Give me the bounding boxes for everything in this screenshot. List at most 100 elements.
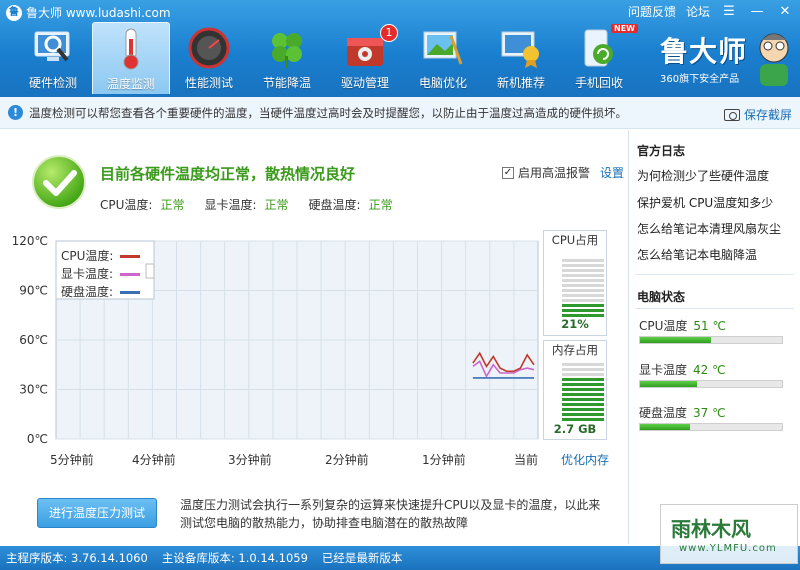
- driver-badge: 1: [380, 24, 398, 42]
- main-tabs: 硬件检测 温度监测 性能测试 节能降温 1 驱动管理 电脑优化 新机推荐 NEW…: [14, 22, 638, 94]
- tab-new-pc[interactable]: 新机推荐: [482, 22, 560, 94]
- tab-label: 电脑优化: [418, 76, 467, 90]
- mascot-icon: [752, 28, 796, 88]
- app-brand: 鲁 鲁大师 www.ludashi.com: [6, 4, 171, 21]
- forum-link[interactable]: 论坛: [686, 3, 710, 20]
- sidebar-divider: [635, 274, 794, 275]
- watermark-title: 雨林木风: [671, 517, 751, 541]
- tab-pc-optimize[interactable]: 电脑优化: [404, 22, 482, 94]
- info-text: 温度检测可以帮您查看各个重要硬件的温度，当硬件温度过高时会及时提醒您，以防止由于…: [29, 105, 627, 120]
- tab-energy-saving[interactable]: 节能降温: [248, 22, 326, 94]
- save-screenshot-button[interactable]: 保存截屏: [723, 106, 792, 123]
- log-link[interactable]: 怎么给笔记本清理风扇灰尘: [637, 220, 781, 237]
- meter-segment: [562, 269, 604, 272]
- meter-segment: [562, 299, 604, 302]
- legend-swatch: [120, 273, 140, 276]
- legend-collapse-icon: [145, 263, 155, 279]
- legend-swatch: [120, 255, 140, 258]
- meter-segment: [562, 403, 604, 406]
- temperature-chart: 120℃ 90℃ 60℃ 30℃ 0℃ CPU温度: 显卡温度: 硬盘温度:: [12, 234, 539, 446]
- memory-usage-meter: [562, 363, 604, 421]
- tab-driver-management[interactable]: 1 驱动管理: [326, 22, 404, 94]
- settings-link[interactable]: 设置: [600, 164, 624, 181]
- new-badge: NEW: [611, 24, 638, 33]
- gpu-temp-state: 正常: [264, 198, 289, 212]
- x-tick-label: 3分钟前: [228, 453, 272, 467]
- disk-temp-label: 硬盘温度:: [308, 198, 361, 212]
- disk-temp-bar: [639, 423, 783, 431]
- legend-label: 硬盘温度:: [61, 284, 113, 299]
- camera-icon: [723, 108, 740, 121]
- ludashi-window: { "app": {"brand": "鲁大师 www.ludashi.com"…: [0, 0, 800, 570]
- cpu-temp-bar-fill: [640, 337, 711, 343]
- legend-label: 显卡温度:: [61, 266, 113, 281]
- y-tick-label: 30℃: [19, 383, 48, 397]
- gpu-temp-bar-fill: [640, 381, 697, 387]
- save-screenshot-label: 保存截屏: [743, 108, 792, 122]
- tab-phone-recycle[interactable]: NEW 手机回收: [560, 22, 638, 94]
- cpu-temp-bar: [639, 336, 783, 344]
- tab-label: 性能测试: [184, 76, 233, 90]
- y-tick-label: 120℃: [12, 234, 48, 248]
- logo-title: 鲁大师: [660, 35, 748, 68]
- y-tick-label: 0℃: [27, 432, 48, 446]
- meter-segment: [562, 418, 604, 421]
- ludashi-logo-icon: 鲁: [6, 4, 22, 21]
- meter-segment: [562, 289, 604, 292]
- x-tick-label: 4分钟前: [132, 453, 176, 467]
- meter-segment: [562, 378, 604, 381]
- log-link[interactable]: 为何检测少了些硬件温度: [637, 167, 769, 184]
- meter-segment: [562, 279, 604, 282]
- alarm-label: 启用高温报警: [518, 166, 591, 180]
- monitor-magnifier-icon: [31, 26, 75, 70]
- meter-segment: [562, 368, 604, 371]
- meter-segment: [562, 294, 604, 297]
- tab-temperature-monitor[interactable]: 温度监测: [92, 22, 170, 94]
- menu-icon[interactable]: ☰: [720, 4, 738, 20]
- status-headline: 目前各硬件温度均正常，散热情况良好: [100, 165, 356, 183]
- log-link[interactable]: 保护爱机 CPU温度知多少: [637, 194, 773, 211]
- tab-performance-test[interactable]: 性能测试: [170, 22, 248, 94]
- official-log-title: 官方日志: [637, 144, 686, 158]
- pc-state-title: 电脑状态: [637, 290, 686, 304]
- title-bar: 鲁 鲁大师 www.ludashi.com 问题反馈 论坛 ☰ — ✕ 硬件检测…: [0, 0, 800, 97]
- tab-label: 手机回收: [574, 76, 623, 90]
- cpu-temp-row-label: CPU温度: [639, 319, 688, 333]
- disk-temp-row-value: 37 ℃: [693, 406, 726, 420]
- meter-segment: [562, 259, 604, 262]
- stress-test-description: 温度压力测试会执行一系列复杂的运算来快速提升CPU以及显卡的温度，以此来测试您电…: [180, 498, 601, 530]
- tab-label: 新机推荐: [496, 76, 545, 90]
- disk-temp-bar-fill: [640, 424, 690, 430]
- cpu-temp-row-value: 51 ℃: [693, 319, 726, 333]
- minimize-icon[interactable]: —: [748, 4, 766, 20]
- watermark: 雨林木风 www.YLMFU.com: [660, 504, 798, 564]
- feedback-link[interactable]: 问题反馈: [628, 3, 676, 20]
- alarm-checkbox[interactable]: ✓: [502, 166, 514, 179]
- meter-segment: [562, 304, 604, 307]
- monitor-award-icon: [499, 26, 543, 70]
- meter-segment: [562, 264, 604, 267]
- close-icon[interactable]: ✕: [776, 4, 794, 20]
- logo-subtitle: 360旗下安全产品: [660, 74, 740, 85]
- thermometer-icon: [110, 27, 154, 71]
- tab-label: 硬件检测: [28, 76, 77, 90]
- y-tick-label: 60℃: [19, 333, 48, 347]
- update-status: 已经是最新版本: [321, 551, 403, 565]
- optimize-memory-link[interactable]: 优化内存: [561, 451, 609, 468]
- tab-label: 节能降温: [262, 76, 311, 90]
- cpu-usage-meter: [562, 259, 604, 317]
- meter-segment: [562, 413, 604, 416]
- status-row: CPU温度: 正常 显卡温度: 正常 硬盘温度: 正常: [100, 196, 413, 213]
- x-tick-label: 5分钟前: [50, 453, 94, 467]
- stress-test-button[interactable]: 进行温度压力测试: [37, 498, 157, 528]
- clover-icon: [265, 26, 309, 70]
- log-link[interactable]: 怎么给笔记本电脑降温: [637, 246, 757, 263]
- checkmark-icon: [32, 155, 86, 209]
- meter-segment: [562, 274, 604, 277]
- right-sidebar: 官方日志 为何检测少了些硬件温度 保护爱机 CPU温度知多少 怎么给笔记本清理风…: [628, 130, 800, 544]
- tab-hardware-check[interactable]: 硬件检测: [14, 22, 92, 94]
- disk-temp-row-label: 硬盘温度: [639, 406, 688, 420]
- cpu-usage-title: CPU占用: [551, 233, 599, 247]
- high-temp-alarm: ✓ 启用高温报警 设置: [502, 164, 624, 181]
- gpu-temp-row: 显卡温度 42 ℃: [639, 361, 726, 378]
